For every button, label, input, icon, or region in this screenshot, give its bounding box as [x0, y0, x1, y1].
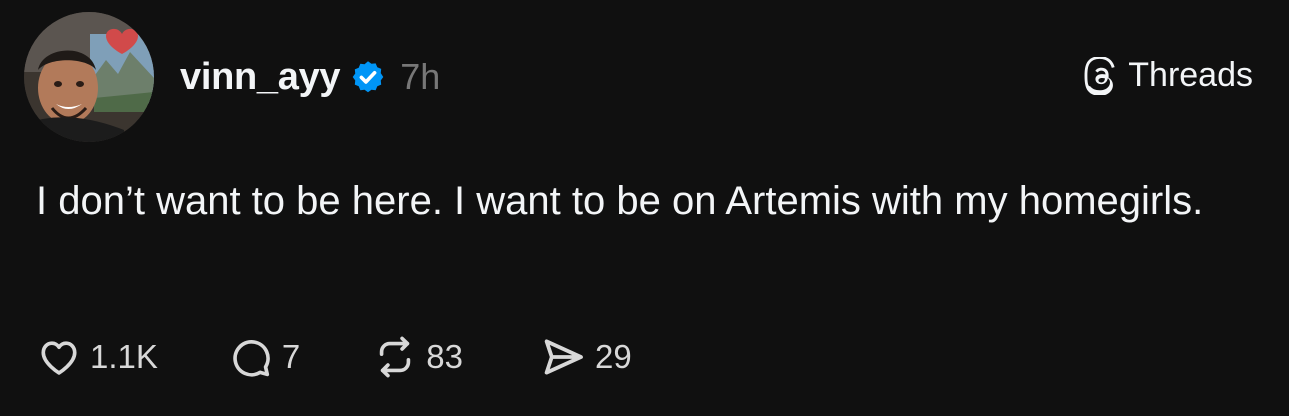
- comment-icon: [228, 334, 274, 380]
- heart-icon: [36, 334, 82, 380]
- repost-count: 83: [426, 338, 463, 375]
- threads-logo-icon: [1082, 56, 1120, 95]
- threads-brand[interactable]: Threads: [1082, 56, 1253, 95]
- avatar-image: [24, 12, 154, 142]
- share-button[interactable]: 29: [539, 333, 632, 381]
- post-actions-bar: 1.1K 7 83 29: [36, 330, 632, 384]
- threads-post-card: vinn_ayy 7h Threads I don’t want to be h…: [0, 0, 1289, 416]
- repost-icon: [372, 334, 418, 380]
- reply-count: 7: [281, 338, 301, 375]
- post-header: vinn_ayy 7h: [180, 52, 440, 102]
- share-count: 29: [594, 338, 632, 375]
- repost-button[interactable]: 83: [372, 334, 463, 380]
- verified-badge-icon: [350, 59, 386, 95]
- avatar[interactable]: [24, 12, 154, 142]
- send-icon: [539, 333, 587, 381]
- username[interactable]: vinn_ayy: [180, 56, 341, 99]
- post-body-text: I don’t want to be here. I want to be on…: [36, 179, 1204, 223]
- reply-button[interactable]: 7: [228, 334, 300, 380]
- post-timestamp: 7h: [400, 56, 441, 97]
- like-count: 1.1K: [90, 338, 158, 375]
- threads-brand-label: Threads: [1128, 56, 1253, 94]
- like-button[interactable]: 1.1K: [36, 334, 158, 380]
